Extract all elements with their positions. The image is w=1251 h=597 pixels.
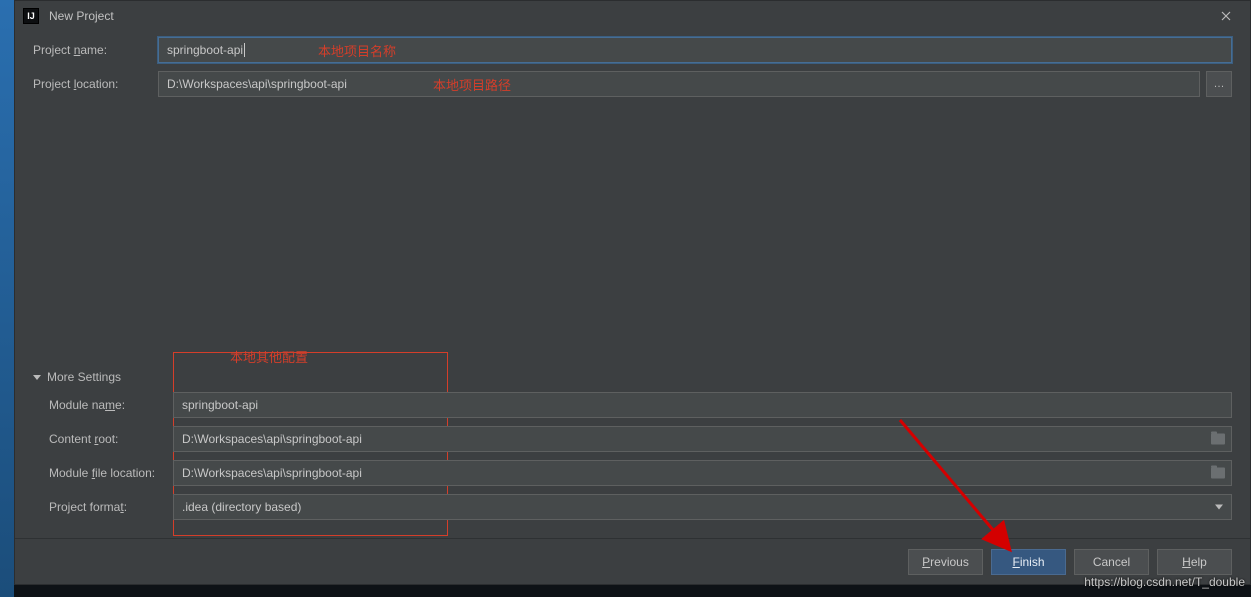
app-icon: IJ	[23, 8, 39, 24]
content-spacer	[33, 105, 1232, 370]
previous-button[interactable]: Previous	[908, 549, 983, 575]
project-location-row: Project location: D:\Workspaces\api\spri…	[33, 71, 1232, 97]
project-format-label: Project format:	[33, 500, 173, 514]
module-name-row: Module name: springboot-api	[33, 392, 1232, 418]
taskbar	[14, 585, 1251, 597]
module-file-location-row: Module file location: D:\Workspaces\api\…	[33, 460, 1232, 486]
project-name-label: Project name:	[33, 43, 158, 57]
module-file-location-input[interactable]: D:\Workspaces\api\springboot-api	[173, 460, 1232, 486]
content-root-label: Content root:	[33, 432, 173, 446]
module-name-input[interactable]: springboot-api	[173, 392, 1232, 418]
help-button[interactable]: Help	[1157, 549, 1232, 575]
chevron-down-icon	[1215, 505, 1223, 510]
close-button[interactable]	[1206, 4, 1246, 28]
window-title: New Project	[49, 9, 114, 23]
close-icon	[1221, 11, 1231, 21]
browse-location-button[interactable]: …	[1206, 71, 1232, 97]
new-project-dialog: IJ New Project Project name: springboot-…	[14, 0, 1251, 585]
project-location-input[interactable]: D:\Workspaces\api\springboot-api	[158, 71, 1200, 97]
content-root-input[interactable]: D:\Workspaces\api\springboot-api	[173, 426, 1232, 452]
cancel-button[interactable]: Cancel	[1074, 549, 1149, 575]
desktop-background	[0, 0, 14, 597]
project-location-label: Project location:	[33, 77, 158, 91]
module-file-location-label: Module file location:	[33, 466, 173, 480]
chevron-down-icon	[33, 375, 41, 380]
more-settings-label: More Settings	[47, 370, 121, 384]
module-name-label: Module name:	[33, 398, 173, 412]
project-format-row: Project format: .idea (directory based)	[33, 494, 1232, 520]
dialog-footer: Previous Finish Cancel Help	[15, 538, 1250, 584]
more-settings-toggle[interactable]: More Settings	[33, 370, 1232, 384]
titlebar: IJ New Project	[15, 1, 1250, 31]
project-name-input[interactable]: springboot-api	[158, 37, 1232, 63]
content-root-row: Content root: D:\Workspaces\api\springbo…	[33, 426, 1232, 452]
more-settings-panel: Module name: springboot-api Content root…	[33, 392, 1232, 528]
text-caret	[244, 43, 245, 57]
project-name-row: Project name: springboot-api 本地项目名称	[33, 37, 1232, 63]
dialog-content: Project name: springboot-api 本地项目名称 Proj…	[15, 31, 1250, 538]
folder-icon[interactable]	[1211, 468, 1225, 479]
finish-button[interactable]: Finish	[991, 549, 1066, 575]
folder-icon[interactable]	[1211, 434, 1225, 445]
project-format-dropdown[interactable]: .idea (directory based)	[173, 494, 1232, 520]
